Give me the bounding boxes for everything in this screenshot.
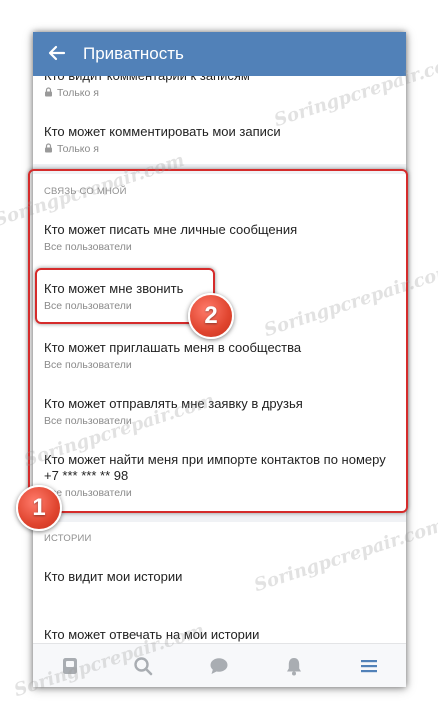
- bottom-tab-bar: [33, 643, 406, 687]
- item-title: Кто может комментировать мои записи: [44, 124, 281, 139]
- section-divider: [33, 512, 406, 522]
- search-icon[interactable]: [132, 655, 154, 677]
- notifications-icon[interactable]: [283, 655, 305, 677]
- section-header-stories: Истории: [44, 533, 92, 544]
- item-subtitle: Только я: [57, 143, 99, 155]
- lock-icon: [45, 143, 52, 153]
- news-icon[interactable]: [59, 655, 81, 677]
- item-title: Кто видит комментарии к записям: [44, 76, 250, 84]
- messages-icon[interactable]: [208, 655, 230, 677]
- back-arrow-icon[interactable]: [47, 43, 67, 63]
- list-item[interactable]: Кто видит мои истории: [44, 569, 182, 585]
- page-title: Приватность: [83, 44, 184, 63]
- item-subtitle: Только я: [57, 87, 99, 99]
- app-header: Приватность: [33, 32, 406, 76]
- menu-icon[interactable]: [358, 655, 380, 677]
- item-title: Кто видит мои истории: [44, 569, 183, 584]
- step-badge-2: 2: [188, 293, 234, 339]
- item-title: Кто может отвечать на мои истории: [44, 627, 260, 642]
- lock-icon: [45, 87, 52, 97]
- list-item[interactable]: Кто видит комментарии к записям Только я: [44, 76, 250, 100]
- list-item[interactable]: Кто может отвечать на мои истории: [44, 627, 259, 643]
- list-item[interactable]: Кто может комментировать мои записи Толь…: [44, 124, 281, 156]
- highlight-frame-contact-section: [28, 169, 408, 513]
- step-badge-1: 1: [16, 485, 62, 531]
